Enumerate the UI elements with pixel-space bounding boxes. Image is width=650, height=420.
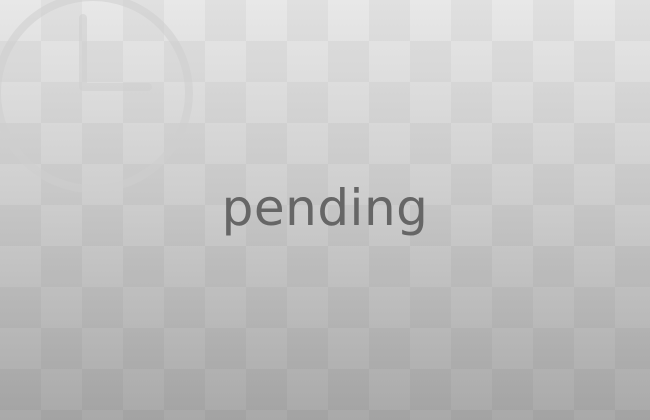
placeholder-canvas: pending (0, 0, 650, 420)
status-label: pending (221, 179, 429, 237)
clock-icon (0, 0, 193, 193)
